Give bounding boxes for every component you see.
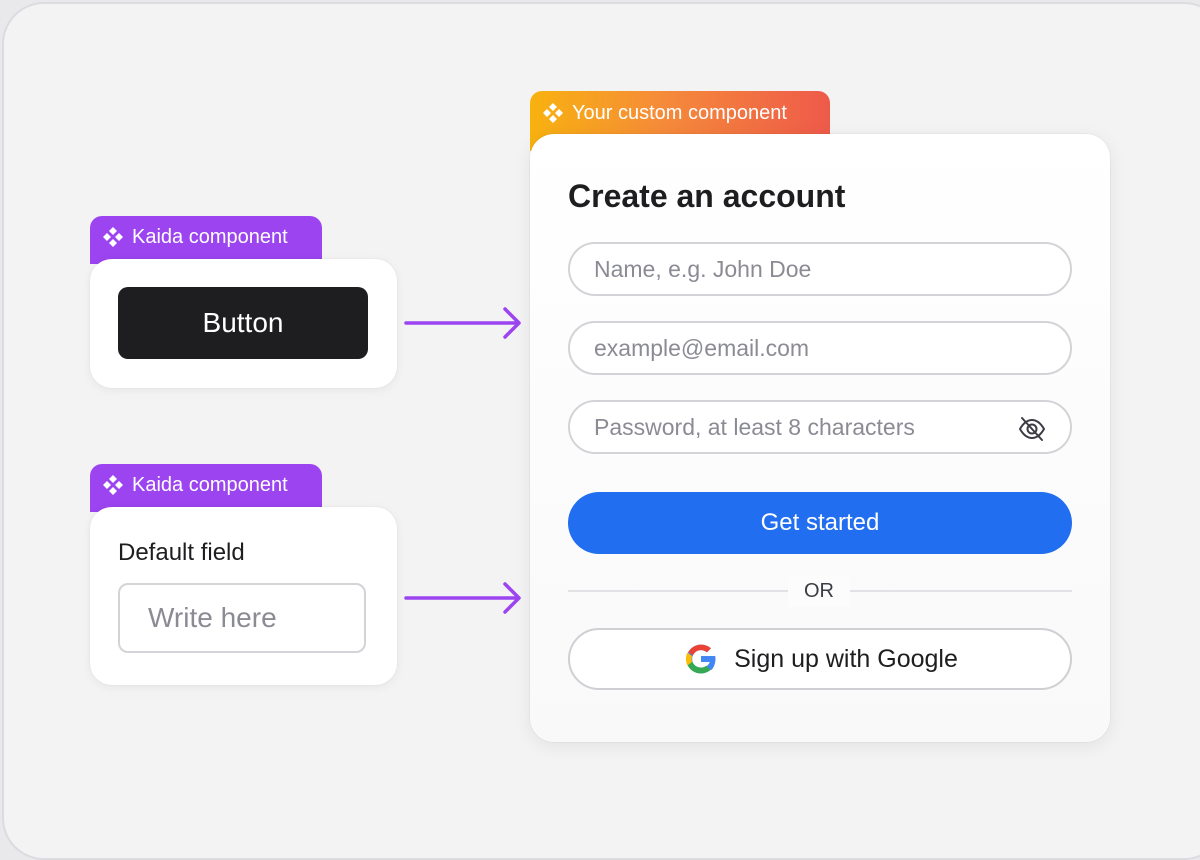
button-component-card: Button bbox=[90, 259, 397, 388]
page-title: Create an account bbox=[568, 178, 846, 214]
kaida-component-tag: Kaida component bbox=[90, 464, 322, 512]
eye-off-icon[interactable] bbox=[1018, 415, 1046, 443]
component-diamond-icon bbox=[543, 103, 563, 123]
kaida-component-tag-label: Kaida component bbox=[132, 226, 288, 248]
kaida-component-tag-label: Kaida component bbox=[132, 474, 288, 496]
custom-component-tag-label: Your custom component bbox=[572, 102, 787, 124]
password-field[interactable]: Password, at least 8 characters bbox=[568, 400, 1072, 454]
arrow-right-icon bbox=[404, 307, 521, 339]
email-field-placeholder: example@email.com bbox=[594, 334, 810, 361]
field-component-card: Default field Write here bbox=[90, 507, 397, 685]
google-logo-icon bbox=[686, 644, 717, 674]
default-field-input[interactable]: Write here bbox=[118, 583, 366, 653]
google-signup-button[interactable]: Sign up with Google bbox=[568, 628, 1072, 690]
default-field-label: Default field bbox=[118, 539, 245, 566]
email-field[interactable]: example@email.com bbox=[568, 321, 1072, 375]
get-started-button[interactable]: Get started bbox=[568, 492, 1072, 554]
google-signup-label: Sign up with Google bbox=[734, 644, 958, 673]
name-field[interactable]: Name, e.g. John Doe bbox=[568, 242, 1072, 296]
arrow-right-icon bbox=[404, 582, 521, 614]
kaida-component-tag: Kaida component bbox=[90, 216, 322, 264]
name-field-placeholder: Name, e.g. John Doe bbox=[594, 255, 812, 282]
component-diamond-icon bbox=[103, 475, 123, 495]
sample-button[interactable]: Button bbox=[118, 287, 368, 359]
password-field-placeholder: Password, at least 8 characters bbox=[594, 413, 915, 440]
component-diamond-icon bbox=[103, 227, 123, 247]
or-divider-text: OR bbox=[788, 575, 850, 607]
signup-card: Create an account Name, e.g. John Doe ex… bbox=[530, 134, 1110, 742]
